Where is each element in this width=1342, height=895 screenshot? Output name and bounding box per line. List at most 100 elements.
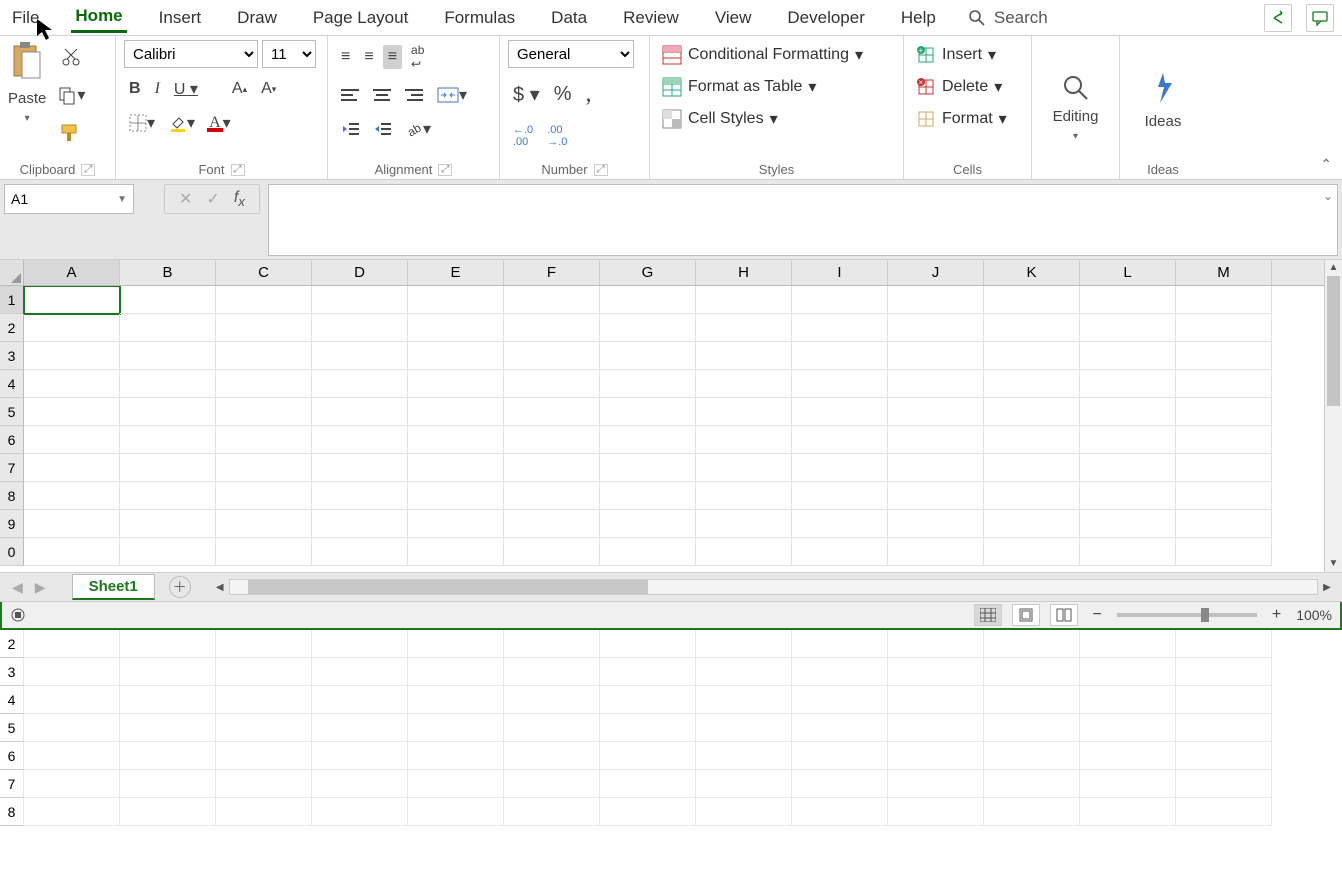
cell[interactable] xyxy=(216,398,312,426)
cell[interactable] xyxy=(1176,370,1272,398)
cell[interactable] xyxy=(792,286,888,314)
cell[interactable] xyxy=(1176,426,1272,454)
cell[interactable] xyxy=(312,342,408,370)
cut-button[interactable] xyxy=(56,44,86,70)
record-macro-icon[interactable] xyxy=(10,607,26,623)
cell[interactable] xyxy=(216,510,312,538)
increase-font-button[interactable]: A▴ xyxy=(227,77,252,101)
cell[interactable] xyxy=(312,398,408,426)
cell[interactable] xyxy=(24,370,120,398)
cell[interactable] xyxy=(408,398,504,426)
cell[interactable] xyxy=(888,286,984,314)
align-middle-button[interactable]: ≡ xyxy=(359,45,378,69)
underline-button[interactable]: U ▾ xyxy=(169,76,203,102)
editing-icon[interactable] xyxy=(1062,74,1090,102)
tab-insert[interactable]: Insert xyxy=(155,4,206,32)
cell[interactable] xyxy=(408,454,504,482)
format-painter-button[interactable] xyxy=(55,120,87,146)
align-bottom-button[interactable]: ≡ xyxy=(383,45,402,69)
tab-formulas[interactable]: Formulas xyxy=(440,4,519,32)
font-dialog-launcher[interactable]: ⤢ xyxy=(231,164,245,176)
tab-file[interactable]: File xyxy=(8,4,43,32)
row-header[interactable]: 8 xyxy=(0,482,24,510)
cell[interactable] xyxy=(24,314,120,342)
normal-view-button[interactable] xyxy=(974,604,1002,626)
comments-button[interactable] xyxy=(1306,4,1334,32)
cell[interactable] xyxy=(984,398,1080,426)
increase-decimal-button[interactable]: ←.0.00 xyxy=(508,121,538,151)
font-name-select[interactable]: Calibri xyxy=(124,40,258,68)
cell[interactable] xyxy=(120,482,216,510)
cell[interactable] xyxy=(1176,286,1272,314)
align-right-button[interactable] xyxy=(400,85,428,105)
cell[interactable] xyxy=(984,426,1080,454)
row-header[interactable]: 5 xyxy=(0,398,24,426)
cell[interactable] xyxy=(792,342,888,370)
row-header[interactable]: 0 xyxy=(0,538,24,566)
column-header[interactable]: G xyxy=(600,260,696,285)
cell[interactable] xyxy=(216,454,312,482)
cell[interactable] xyxy=(1080,510,1176,538)
cell[interactable] xyxy=(888,370,984,398)
cell[interactable] xyxy=(216,286,312,314)
cell[interactable] xyxy=(408,286,504,314)
tab-home[interactable]: Home xyxy=(71,2,126,33)
cell[interactable] xyxy=(888,426,984,454)
cell[interactable] xyxy=(600,286,696,314)
cell[interactable] xyxy=(216,426,312,454)
name-box[interactable]: A1▼ xyxy=(4,184,134,214)
ideas-icon[interactable] xyxy=(1148,71,1178,107)
cell[interactable] xyxy=(1080,314,1176,342)
row-header[interactable]: 9 xyxy=(0,510,24,538)
align-center-button[interactable] xyxy=(368,85,396,105)
column-header[interactable]: M xyxy=(1176,260,1272,285)
cancel-formula-button[interactable]: ✕ xyxy=(179,189,192,209)
orientation-button[interactable]: ab ▾ xyxy=(400,116,436,142)
cell[interactable] xyxy=(600,342,696,370)
cell[interactable] xyxy=(888,314,984,342)
fx-button[interactable]: fx xyxy=(234,189,245,209)
cell[interactable] xyxy=(24,454,120,482)
cell[interactable] xyxy=(24,538,120,566)
cell[interactable] xyxy=(792,314,888,342)
cell[interactable] xyxy=(984,510,1080,538)
cell[interactable] xyxy=(24,398,120,426)
cell[interactable] xyxy=(984,482,1080,510)
cell[interactable] xyxy=(408,426,504,454)
cell[interactable] xyxy=(696,286,792,314)
cell[interactable] xyxy=(504,342,600,370)
tab-developer[interactable]: Developer xyxy=(783,4,869,32)
cell[interactable] xyxy=(312,314,408,342)
cell[interactable] xyxy=(1080,482,1176,510)
cell[interactable] xyxy=(1176,482,1272,510)
sheet-prev-button[interactable]: ◀ xyxy=(6,579,29,596)
zoom-slider[interactable] xyxy=(1117,613,1257,617)
cell[interactable] xyxy=(312,426,408,454)
formula-input[interactable]: ⌄ xyxy=(268,184,1338,256)
cell[interactable] xyxy=(888,398,984,426)
column-header[interactable]: B xyxy=(120,260,216,285)
number-dialog-launcher[interactable]: ⤢ xyxy=(594,164,608,176)
horizontal-scrollbar[interactable]: ◀▶ xyxy=(211,579,1336,595)
cell[interactable] xyxy=(1080,286,1176,314)
merge-center-button[interactable]: ▾ xyxy=(432,82,472,108)
borders-button[interactable]: ▾ xyxy=(124,110,160,136)
cell[interactable] xyxy=(1176,510,1272,538)
column-header[interactable]: C xyxy=(216,260,312,285)
cell[interactable] xyxy=(120,426,216,454)
ideas-button-label[interactable]: Ideas xyxy=(1145,113,1182,130)
column-header[interactable]: E xyxy=(408,260,504,285)
alignment-dialog-launcher[interactable]: ⤢ xyxy=(438,164,452,176)
cell[interactable] xyxy=(984,538,1080,566)
percent-button[interactable]: % xyxy=(549,80,577,109)
cell[interactable] xyxy=(504,426,600,454)
column-header[interactable]: D xyxy=(312,260,408,285)
cell[interactable] xyxy=(1080,426,1176,454)
cell[interactable] xyxy=(696,482,792,510)
cell[interactable] xyxy=(792,426,888,454)
tab-page-layout[interactable]: Page Layout xyxy=(309,4,412,32)
cell[interactable] xyxy=(312,454,408,482)
column-header[interactable]: K xyxy=(984,260,1080,285)
cell[interactable] xyxy=(120,286,216,314)
row-header[interactable]: 7 xyxy=(0,454,24,482)
